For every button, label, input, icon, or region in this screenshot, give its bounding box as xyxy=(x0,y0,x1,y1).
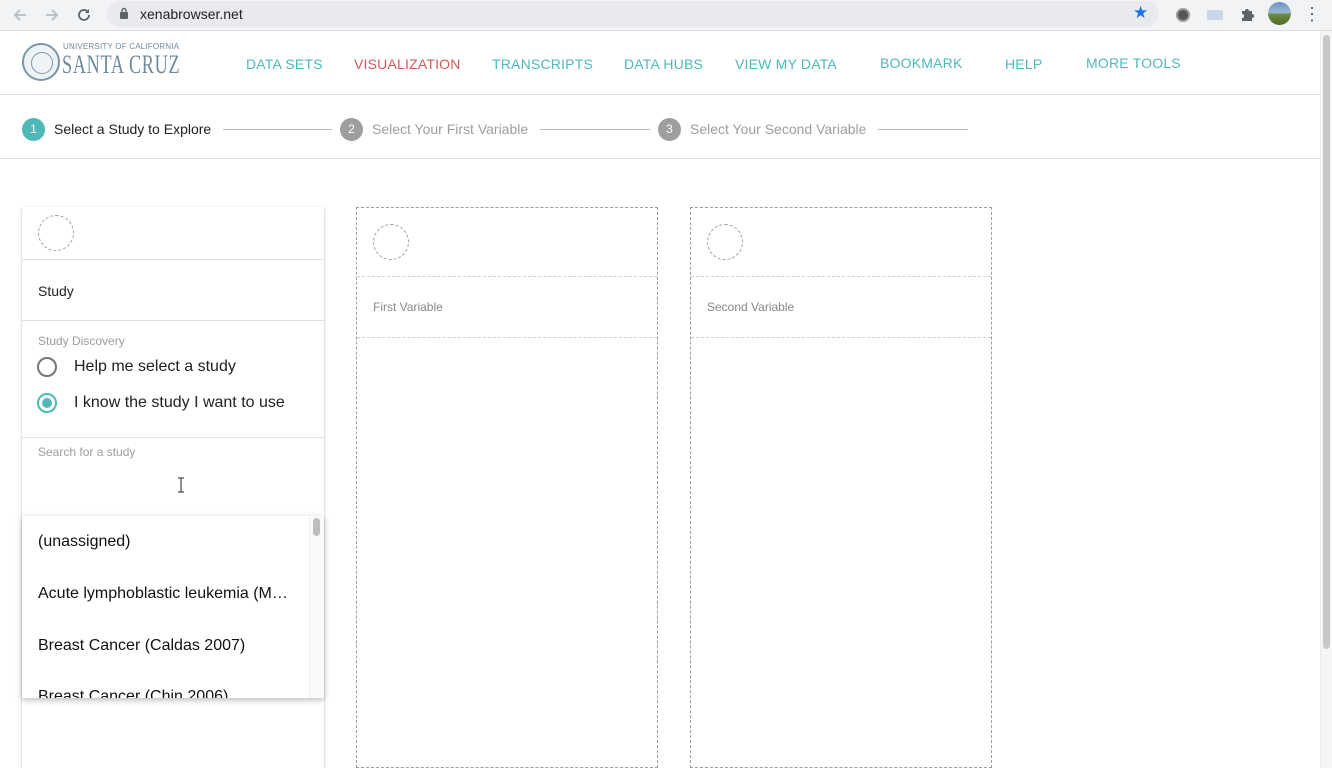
divider xyxy=(357,276,657,277)
page-scrollbar-thumb[interactable] xyxy=(1323,35,1330,649)
lock-icon xyxy=(120,7,128,19)
browser-menu-icon[interactable]: ⋮ xyxy=(1303,3,1321,27)
radio-checked-icon[interactable] xyxy=(37,393,57,413)
divider xyxy=(22,259,324,260)
forward-arrow-icon[interactable] xyxy=(40,3,64,27)
radio-label: I know the study I want to use xyxy=(74,394,285,411)
search-study-label: Search for a study xyxy=(38,445,136,459)
menu-transcripts[interactable]: TRANSCRIPTS xyxy=(492,56,593,72)
reload-icon[interactable] xyxy=(72,3,96,27)
extension-circle-icon[interactable] xyxy=(1172,4,1194,26)
back-arrow-icon[interactable] xyxy=(8,3,32,27)
menu-bookmark[interactable]: BOOKMARK xyxy=(880,55,963,71)
study-placeholder-circle xyxy=(38,215,74,251)
menu-data-hubs[interactable]: DATA HUBS xyxy=(624,56,703,72)
search-study-input[interactable] xyxy=(38,468,308,502)
divider xyxy=(22,437,324,438)
address-bar[interactable]: xenabrowser.net xyxy=(107,1,1159,27)
list-item[interactable]: Acute lymphoblastic leukemia (M… xyxy=(38,585,288,603)
menu-more-tools[interactable]: MORE TOOLS xyxy=(1086,55,1181,71)
logo-main-text: SANTA CRUZ xyxy=(62,50,181,79)
divider xyxy=(691,276,991,277)
list-item[interactable]: (unassigned) xyxy=(38,533,131,551)
menu-data-sets[interactable]: DATA SETS xyxy=(246,56,323,72)
step-connector xyxy=(878,129,968,130)
list-item[interactable]: Breast Cancer (Chin 2006) xyxy=(38,688,228,698)
divider xyxy=(22,320,324,321)
divider xyxy=(357,337,657,338)
list-item[interactable]: Breast Cancer (Caldas 2007) xyxy=(38,637,245,655)
radio-label: Help me select a study xyxy=(74,358,236,375)
wizard-stepper: 1 Select a Study to Explore 2 Select You… xyxy=(0,96,1320,159)
ucsc-seal-icon xyxy=(22,43,60,81)
dropdown-scrollbar[interactable] xyxy=(309,516,324,698)
study-card-title: Study xyxy=(38,283,74,299)
first-variable-placeholder-circle xyxy=(373,224,409,260)
study-discovery-label: Study Discovery xyxy=(38,334,125,348)
ucsc-logo[interactable]: UNIVERSITY OF CALIFORNIA SANTA CRUZ xyxy=(22,41,180,83)
extension-badge-icon[interactable] xyxy=(1204,4,1226,26)
step-2-label: Select Your First Variable xyxy=(372,121,529,137)
step-1-label: Select a Study to Explore xyxy=(54,121,212,137)
first-variable-card: First Variable xyxy=(356,207,658,768)
site-header: UNIVERSITY OF CALIFORNIA SANTA CRUZ DATA… xyxy=(0,31,1320,95)
browser-toolbar: xenabrowser.net ★ ⋮ xyxy=(0,0,1332,31)
step-connector xyxy=(223,129,332,130)
first-variable-title: First Variable xyxy=(373,300,443,314)
step-2-number: 2 xyxy=(340,118,363,141)
step-3-label: Select Your Second Variable xyxy=(690,121,867,137)
dropdown-scrollbar-thumb[interactable] xyxy=(313,518,320,536)
menu-help[interactable]: HELP xyxy=(1005,56,1042,72)
step-1-number: 1 xyxy=(22,118,45,141)
second-variable-placeholder-circle xyxy=(707,224,743,260)
bookmark-star-icon[interactable]: ★ xyxy=(1133,3,1148,23)
profile-avatar[interactable] xyxy=(1268,2,1291,25)
step-connector xyxy=(540,129,650,130)
study-dropdown-list[interactable]: (unassigned) Acute lymphoblastic leukemi… xyxy=(22,516,324,698)
step-3-number: 3 xyxy=(658,118,681,141)
radio-unchecked-icon[interactable] xyxy=(37,357,57,377)
divider xyxy=(691,337,991,338)
puzzle-extensions-icon[interactable] xyxy=(1236,4,1258,26)
text-cursor-icon xyxy=(178,477,184,493)
second-variable-card: Second Variable xyxy=(690,207,992,768)
menu-visualization[interactable]: VISUALIZATION xyxy=(354,56,461,72)
url-text: xenabrowser.net xyxy=(140,6,243,22)
menu-view-my-data[interactable]: VIEW MY DATA xyxy=(735,56,837,72)
second-variable-title: Second Variable xyxy=(707,300,795,314)
